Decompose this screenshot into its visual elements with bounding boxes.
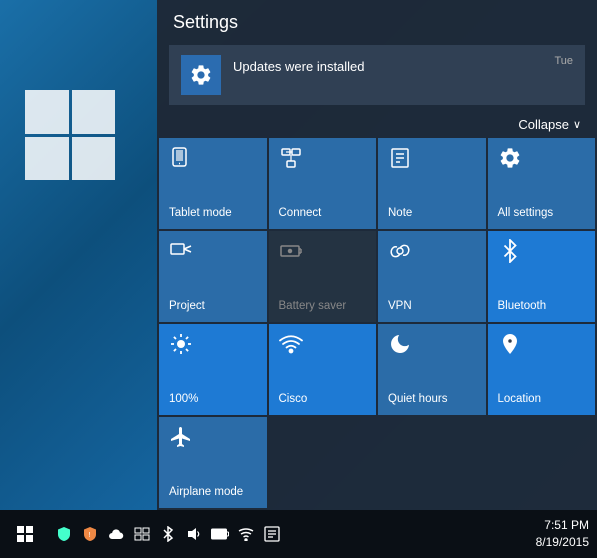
tile-airplane-mode-label: Airplane mode [169, 486, 243, 500]
collapse-chevron-icon: ∨ [573, 118, 581, 131]
tile-quiet-hours[interactable]: Quiet hours [378, 324, 486, 415]
security-icon[interactable] [54, 524, 74, 544]
tile-cisco-label: Cisco [279, 393, 308, 407]
battery-saver-icon [279, 239, 303, 267]
tile-vpn-label: VPN [388, 300, 412, 314]
tile-quiet-hours-label: Quiet hours [388, 393, 447, 407]
alert-icon[interactable]: ! [80, 524, 100, 544]
taskbar-time: 7:51 PM [536, 517, 589, 534]
tile-all-settings[interactable]: All settings [488, 138, 596, 229]
airplane-mode-icon [169, 425, 193, 453]
tile-battery-saver[interactable]: Battery saver [269, 231, 377, 322]
collapse-label: Collapse [518, 117, 569, 132]
action-center: Settings Updates were installed Tue Coll… [157, 0, 597, 510]
bluetooth-tb-icon [161, 526, 175, 542]
tablet-mode-icon [169, 146, 193, 174]
project-icon [169, 239, 193, 267]
bluetooth-icon [498, 239, 522, 267]
tile-bluetooth[interactable]: Bluetooth [488, 231, 596, 322]
taskbar-bluetooth-icon[interactable] [158, 524, 178, 544]
tile-note[interactable]: Note [378, 138, 486, 229]
tile-vpn[interactable]: VPN [378, 231, 486, 322]
tile-connect[interactable]: Connect [269, 138, 377, 229]
tile-empty-2 [378, 417, 486, 508]
quick-actions-grid: Tablet mode Connect Note All settings [157, 136, 597, 510]
tile-bluetooth-label: Bluetooth [498, 300, 547, 314]
shield-icon [56, 526, 72, 542]
all-settings-icon [498, 146, 522, 174]
vpn-icon [388, 239, 412, 267]
windows-logo-icon [17, 526, 33, 542]
svg-text:!: ! [89, 532, 91, 539]
tile-brightness-label: 100% [169, 393, 198, 407]
taskbar-right: 7:51 PM 8/19/2015 [536, 517, 597, 551]
tile-battery-saver-label: Battery saver [279, 300, 347, 314]
cloud-sync-icon [108, 526, 124, 542]
action-center-title: Settings [173, 12, 238, 33]
alert-shield-icon: ! [82, 526, 98, 542]
connect-icon [279, 146, 303, 174]
tile-all-settings-label: All settings [498, 207, 554, 221]
battery-icon[interactable] [210, 524, 230, 544]
tile-cisco[interactable]: Cisco [269, 324, 377, 415]
taskbar-clock[interactable]: 7:51 PM 8/19/2015 [536, 517, 589, 551]
taskbar-icons: ! [50, 524, 536, 544]
tile-project-label: Project [169, 300, 205, 314]
tile-connect-label: Connect [279, 207, 322, 221]
notification-center-icon [264, 526, 280, 542]
tile-tablet-mode[interactable]: Tablet mode [159, 138, 267, 229]
tile-location[interactable]: Location [488, 324, 596, 415]
wifi-tb-icon [238, 527, 254, 541]
taskbar-date: 8/19/2015 [536, 534, 589, 551]
brightness-icon [169, 332, 193, 360]
notification-text: Updates were installed [233, 55, 573, 74]
cisco-wifi-icon [279, 332, 303, 360]
notification-icon [181, 55, 221, 95]
battery-tb-icon [211, 528, 229, 540]
tile-tablet-mode-label: Tablet mode [169, 207, 232, 221]
settings-icon [189, 63, 213, 87]
tile-project[interactable]: Project [159, 231, 267, 322]
wifi-icon[interactable] [236, 524, 256, 544]
tile-note-label: Note [388, 207, 412, 221]
cloud-icon[interactable] [106, 524, 126, 544]
quiet-hours-icon [388, 332, 412, 360]
action-center-button[interactable] [262, 524, 282, 544]
tile-location-label: Location [498, 393, 541, 407]
tile-brightness[interactable]: 100% [159, 324, 267, 415]
collapse-button[interactable]: Collapse ∨ [157, 113, 597, 136]
tile-empty-1 [269, 417, 377, 508]
volume-icon[interactable] [184, 524, 204, 544]
notification-item[interactable]: Updates were installed Tue [169, 45, 585, 105]
tile-airplane-mode[interactable]: Airplane mode [159, 417, 267, 508]
location-icon [498, 332, 522, 360]
task-view-button[interactable] [132, 524, 152, 544]
tile-empty-3 [488, 417, 596, 508]
notification-time: Tue [554, 55, 573, 67]
task-view-icon [134, 526, 150, 542]
action-center-header: Settings [157, 0, 597, 41]
note-icon [388, 146, 412, 174]
taskbar: ! 7:51 PM 8/19/20 [0, 510, 597, 558]
start-button[interactable] [0, 510, 50, 558]
speaker-icon [186, 526, 202, 542]
